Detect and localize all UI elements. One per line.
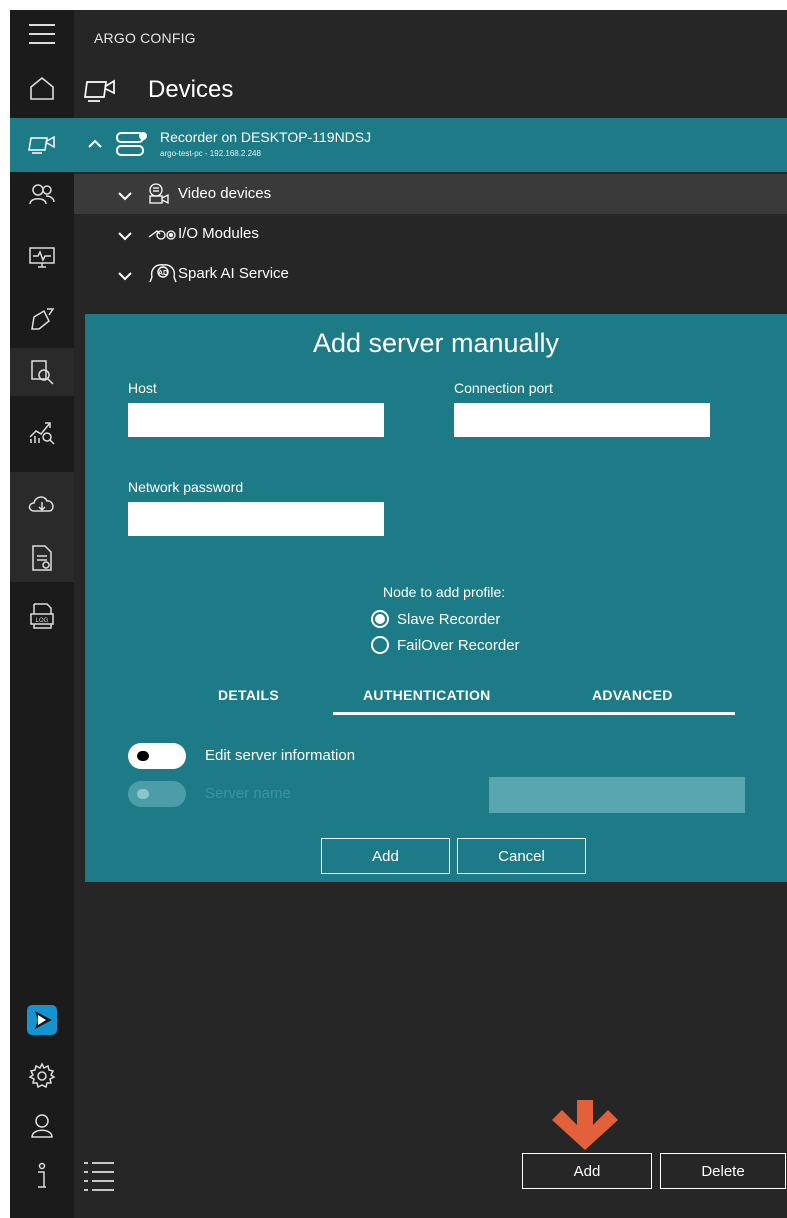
- port-label: Connection port: [454, 380, 553, 396]
- active-tab-indicator: [333, 712, 735, 715]
- server-name-input: [489, 777, 745, 813]
- user-icon[interactable]: [10, 1106, 74, 1146]
- radio-label: Slave Recorder: [397, 610, 501, 628]
- list-icon[interactable]: [82, 1160, 116, 1199]
- server-name-toggle[interactable]: [128, 781, 186, 807]
- tree-server-row[interactable]: Recorder on DESKTOP-119NDSJ argo-test-pc…: [74, 118, 787, 172]
- svg-text:LOG: LOG: [36, 618, 49, 624]
- users-icon[interactable]: [10, 174, 74, 214]
- log-icon[interactable]: LOG: [10, 596, 74, 636]
- host-input[interactable]: [128, 403, 384, 437]
- devices-icon[interactable]: [10, 118, 74, 172]
- arrow-down-icon: [550, 1100, 620, 1155]
- password-input[interactable]: [128, 502, 384, 536]
- edit-info-label: Edit server information: [205, 747, 356, 764]
- tab-details[interactable]: DETAILS: [218, 687, 279, 703]
- alarm-icon[interactable]: [10, 300, 74, 340]
- server-icon: [115, 130, 149, 165]
- menu-icon[interactable]: [10, 14, 74, 54]
- node-profile-label: Node to add profile:: [383, 584, 506, 600]
- edit-info-toggle[interactable]: [128, 743, 186, 769]
- dialog-title: Add server manually: [312, 328, 560, 358]
- dialog-add-button[interactable]: Add: [321, 838, 450, 874]
- add-server-dialog: Add server manually Host Connection port…: [85, 314, 787, 882]
- tree-item-label: Video devices: [178, 185, 272, 202]
- tab-authentication[interactable]: AUTHENTICATION: [363, 687, 491, 703]
- add-button[interactable]: Add: [522, 1153, 652, 1189]
- report-icon[interactable]: [10, 534, 74, 582]
- toggle-knob: [137, 789, 149, 799]
- chevron-down-icon[interactable]: [118, 268, 132, 286]
- delete-button[interactable]: Delete: [660, 1153, 786, 1189]
- chevron-up-icon[interactable]: [88, 136, 102, 154]
- chevron-down-icon[interactable]: [118, 188, 132, 206]
- play-logo-icon[interactable]: [10, 998, 74, 1042]
- server-name-label: Server name: [205, 785, 291, 802]
- info-icon[interactable]: [10, 1156, 74, 1196]
- password-label: Network password: [128, 479, 244, 495]
- tree-item-label: I/O Modules: [178, 225, 259, 242]
- tree-item-label: Spark AI Service: [178, 265, 289, 282]
- ai-service-icon: AD: [148, 263, 178, 292]
- tree-item-spark-ai[interactable]: AD Spark AI Service: [74, 254, 787, 294]
- server-name: Recorder on DESKTOP-119NDSJ: [160, 129, 372, 145]
- app-window: LOG ARGO CONFIG Devices Recorder on DESK…: [10, 10, 787, 1218]
- cloud-icon[interactable]: [10, 472, 74, 534]
- toggle-knob: [137, 751, 149, 761]
- search-document-icon[interactable]: [10, 348, 74, 396]
- app-title: ARGO CONFIG: [94, 30, 196, 46]
- radio-dot-selected[interactable]: [371, 610, 389, 628]
- analytics-icon[interactable]: [10, 412, 74, 452]
- radio-failover-recorder[interactable]: FailOver Recorder: [371, 636, 520, 654]
- port-input[interactable]: [454, 403, 710, 437]
- page-title: Devices: [148, 76, 234, 103]
- radio-dot[interactable]: [371, 636, 389, 654]
- server-subtitle: argo-test-pc - 192.168.2.248: [160, 149, 261, 158]
- home-icon[interactable]: [10, 68, 74, 108]
- radio-label: FailOver Recorder: [397, 636, 520, 654]
- monitor-icon[interactable]: [10, 238, 74, 278]
- tab-advanced[interactable]: ADVANCED: [592, 687, 673, 703]
- svg-text:AD: AD: [158, 270, 168, 277]
- tree-item-io-modules[interactable]: I/O Modules: [74, 214, 787, 254]
- dialog-cancel-button[interactable]: Cancel: [457, 838, 586, 874]
- tree-item-video-devices[interactable]: Video devices: [74, 174, 787, 214]
- video-devices-icon: [148, 183, 174, 210]
- chevron-down-icon[interactable]: [118, 228, 132, 246]
- host-label: Host: [128, 380, 157, 396]
- io-modules-icon: [148, 227, 176, 246]
- radio-slave-recorder[interactable]: Slave Recorder: [371, 610, 500, 628]
- sidebar: LOG: [10, 10, 74, 1218]
- devices-header-icon: [83, 77, 117, 110]
- gear-icon[interactable]: [10, 1056, 74, 1096]
